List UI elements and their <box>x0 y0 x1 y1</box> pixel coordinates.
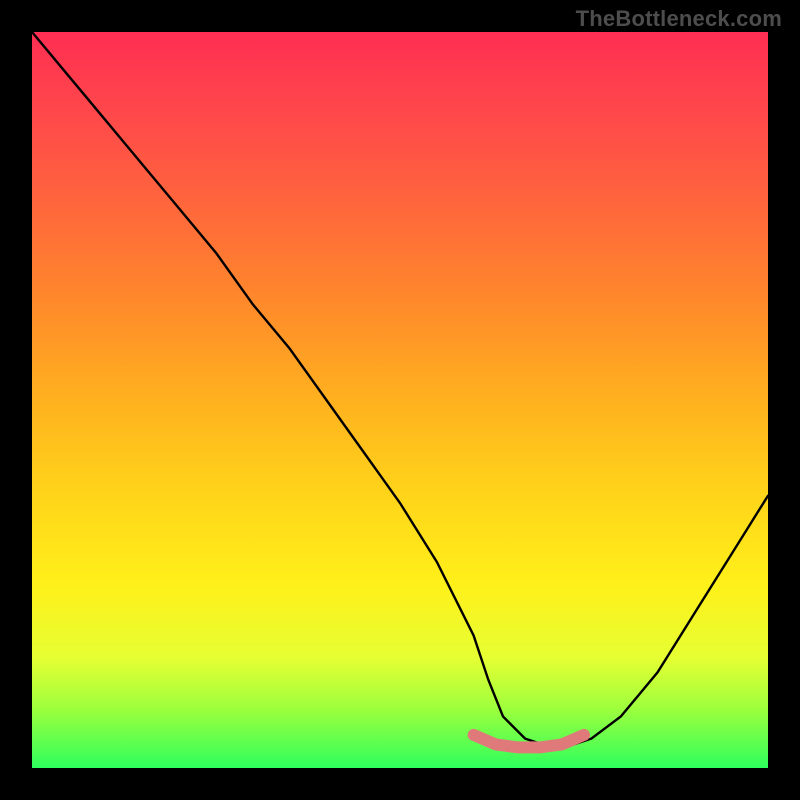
series-black-curve <box>32 32 768 746</box>
chart-overlay <box>0 0 800 800</box>
series-pink-highlight <box>474 735 584 748</box>
chart-frame: TheBottleneck.com <box>0 0 800 800</box>
